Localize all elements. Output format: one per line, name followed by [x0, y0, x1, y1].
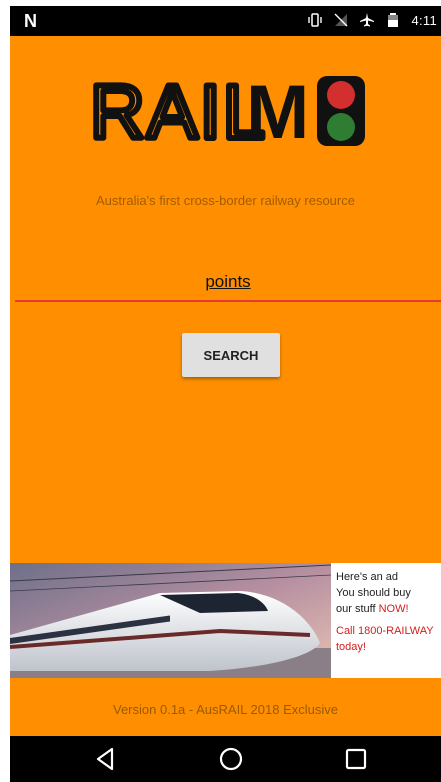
ad-now-highlight: NOW! [378, 603, 409, 615]
nav-bar [10, 736, 441, 782]
ad-text: Here's an ad You should buy our stuff NO… [336, 569, 441, 655]
svg-text:RAIL: RAIL [90, 72, 267, 152]
no-signal-icon [334, 13, 348, 27]
search-field-wrapper [15, 268, 441, 302]
status-icons: 4:11 [307, 12, 437, 28]
home-icon[interactable] [217, 745, 245, 773]
battery-icon [388, 13, 399, 27]
ad-banner[interactable]: Here's an ad You should buy our stuff NO… [10, 563, 441, 678]
vibrate-icon [308, 13, 323, 27]
ad-phone: Call 1800-RAILWAY [336, 625, 434, 637]
tagline: Australia's first cross-border railway r… [96, 193, 355, 208]
bullet-train-image [10, 563, 331, 678]
railme-logo: RAIL M [90, 72, 365, 152]
ad-line-part: our stuff [336, 603, 379, 615]
app-screen: N 4:11 RAIL M Australia's first cross-bo… [10, 6, 441, 782]
recents-icon[interactable] [342, 745, 370, 773]
status-bar: N 4:11 [10, 6, 441, 36]
svg-text:M: M [246, 72, 309, 152]
ad-line: today! [336, 641, 366, 653]
ad-line: Here's an ad [336, 571, 399, 583]
search-underline [15, 300, 441, 302]
search-input[interactable] [15, 268, 441, 296]
version-label: Version 0.1a - AusRAIL 2018 Exclusive [113, 702, 338, 717]
notification-n-icon: N [24, 11, 37, 31]
status-time: 4:11 [411, 12, 437, 28]
ad-line: You should buy [336, 587, 411, 599]
ad-line: our stuff NOW! [336, 601, 441, 617]
back-icon[interactable] [92, 745, 120, 773]
airplane-icon [360, 13, 375, 27]
search-button[interactable]: SEARCH [182, 333, 280, 377]
